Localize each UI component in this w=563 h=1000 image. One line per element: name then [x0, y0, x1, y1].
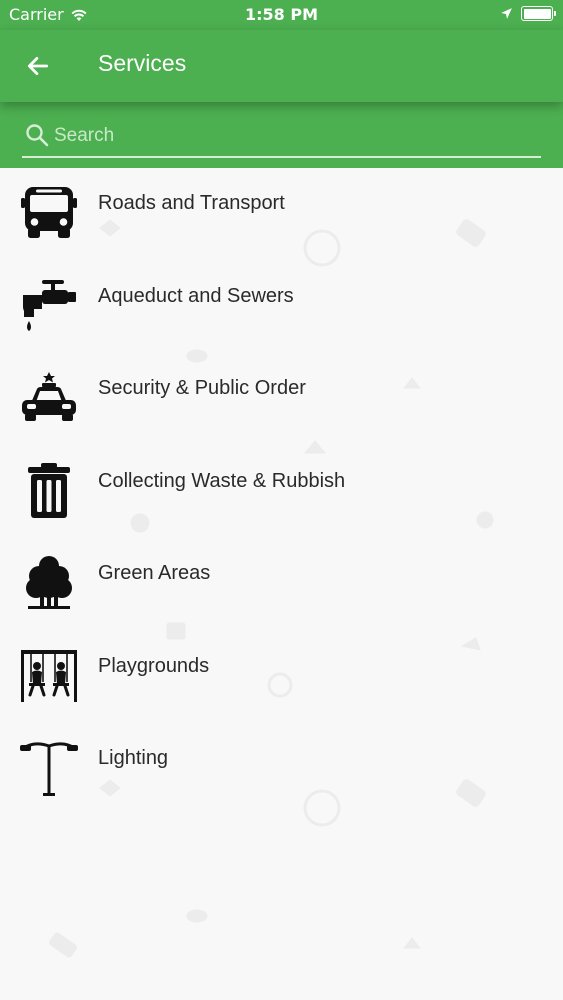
app-bar: Services: [0, 30, 563, 102]
service-item-playgrounds[interactable]: Playgrounds: [0, 631, 563, 724]
swings-icon: [21, 649, 77, 702]
trash-bin-icon: [28, 462, 70, 518]
service-item-lighting[interactable]: Lighting: [0, 723, 563, 816]
service-label: Security & Public Order: [98, 377, 306, 399]
service-item-aqueduct-and-sewers[interactable]: Aqueduct and Sewers: [0, 261, 563, 354]
service-item-security-public-order[interactable]: Security & Public Order: [0, 353, 563, 446]
clock: 1:58 PM: [244, 5, 318, 24]
back-button[interactable]: [18, 46, 58, 86]
status-right: [500, 6, 556, 21]
service-label: Playgrounds: [98, 654, 210, 677]
service-label: Green Areas: [98, 562, 211, 584]
tree-icon: [26, 556, 72, 609]
search-underline: [22, 156, 541, 158]
street-lamp-icon: [20, 742, 78, 796]
faucet-icon: [23, 279, 76, 331]
page-title: Services: [98, 50, 187, 76]
services-list: Roads and Transport Aqueduct and Sewers …: [0, 168, 563, 816]
service-item-collecting-waste-rubbish[interactable]: Collecting Waste & Rubbish: [0, 446, 563, 539]
service-item-roads-and-transport[interactable]: Roads and Transport: [0, 168, 563, 261]
service-label: Collecting Waste & Rubbish: [98, 469, 346, 492]
arrow-left-icon: [27, 57, 49, 75]
status-bar: Carrier 1:58 PM: [0, 0, 563, 30]
service-label: Roads and Transport: [98, 192, 285, 214]
battery-icon: [521, 6, 556, 21]
search-icon: [26, 124, 49, 147]
service-label: Lighting: [98, 747, 169, 769]
search-bar: [0, 102, 563, 168]
police-car-icon: [22, 372, 76, 421]
service-label: Aqueduct and Sewers: [98, 284, 294, 307]
search-input[interactable]: [54, 122, 534, 150]
location-arrow-icon: [501, 8, 512, 19]
bus-icon: [21, 187, 77, 238]
service-item-green-areas[interactable]: Green Areas: [0, 538, 563, 631]
